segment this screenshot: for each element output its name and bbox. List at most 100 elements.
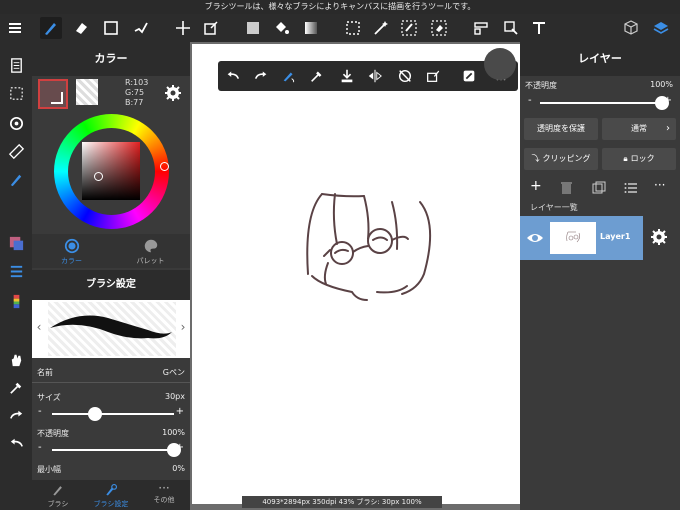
opacity-minus-button[interactable]: -	[38, 442, 42, 453]
tab-other[interactable]: ··· その他	[138, 480, 190, 510]
layer-list-label: レイヤー一覧	[530, 203, 578, 212]
saturation-value-square[interactable]	[82, 142, 140, 200]
gradient-icon[interactable]	[300, 17, 322, 39]
fit-button[interactable]	[458, 65, 480, 87]
color-swatch-row	[32, 76, 190, 114]
selection-icon[interactable]	[342, 17, 364, 39]
size-slider-knob[interactable]	[87, 407, 102, 421]
next-brush-arrow[interactable]: ›	[176, 320, 190, 334]
size-value: 30px	[165, 392, 185, 401]
tab-palette[interactable]: パレット	[111, 234, 190, 268]
blend-mode-value: 通常	[631, 124, 647, 133]
save-icon	[341, 69, 353, 83]
eraser-icon[interactable]	[70, 17, 92, 39]
opacity-slider[interactable]	[52, 443, 181, 457]
tab-brush[interactable]: ブラシ	[32, 480, 84, 510]
canvas-area[interactable]	[190, 42, 520, 510]
sv-handle[interactable]	[94, 172, 103, 181]
eyedropper-icon[interactable]	[5, 376, 27, 398]
tab-color[interactable]: カラー	[32, 234, 111, 268]
layer-list-icon[interactable]	[5, 260, 27, 282]
size-label: サイズ	[37, 393, 61, 402]
select-pen-icon[interactable]	[398, 17, 420, 39]
selection-list-icon[interactable]	[5, 82, 27, 104]
select-eraser-icon[interactable]	[428, 17, 450, 39]
eyedropper-button[interactable]	[306, 65, 328, 87]
opacity-plus-button[interactable]: +	[176, 442, 184, 453]
sub-color-swatch[interactable]	[76, 79, 98, 105]
rotate-icon[interactable]	[5, 112, 27, 134]
snap-pen-icon[interactable]	[5, 168, 27, 190]
blend-mode-select[interactable]: 通常 ›	[602, 118, 676, 140]
min-width-row: 最小幅 0%	[32, 464, 190, 478]
opacity-label: 不透明度	[37, 429, 69, 438]
clipping-icon: ⤵	[531, 154, 540, 163]
layer-settings-gear-icon[interactable]	[650, 228, 668, 250]
flip-button[interactable]	[364, 65, 386, 87]
page-icon[interactable]	[5, 54, 27, 76]
tab-brush-label: ブラシ	[47, 500, 69, 508]
size-slider[interactable]	[52, 407, 174, 421]
duplicate-layer-icon[interactable]	[592, 180, 606, 199]
tab-brush-settings[interactable]: ブラシ設定	[85, 480, 137, 510]
hand-icon[interactable]	[5, 348, 27, 370]
move-icon[interactable]	[172, 17, 194, 39]
transform-icon[interactable]	[200, 17, 222, 39]
size-minus-button[interactable]: -	[38, 406, 42, 417]
hue-handle[interactable]	[160, 162, 169, 171]
ruler-icon[interactable]	[5, 140, 27, 162]
layer-opacity-minus-button[interactable]: -	[528, 95, 532, 106]
brush-name-row[interactable]: 名前 Gペン	[32, 367, 190, 383]
eyedropper-icon	[311, 71, 322, 82]
redo-button[interactable]	[250, 65, 272, 87]
layer-opacity-plus-button[interactable]: +	[664, 95, 672, 106]
canvas-paper[interactable]	[192, 44, 520, 504]
rgb-readout: R:103 G:75 B:77	[125, 78, 148, 108]
lock-label: ロック	[630, 154, 655, 163]
layer-row[interactable]: Layer1	[520, 216, 643, 260]
undo-icon[interactable]	[5, 432, 27, 454]
rgb-b-value: B:77	[125, 98, 144, 107]
snap-off-button[interactable]	[394, 65, 416, 87]
operate-icon[interactable]	[500, 17, 522, 39]
pen-icon[interactable]	[40, 17, 62, 39]
protect-alpha-button[interactable]: 透明度を保護	[524, 118, 598, 140]
redo-icon[interactable]	[5, 404, 27, 426]
stabilizer-button[interactable]	[278, 65, 300, 87]
prev-brush-arrow[interactable]: ‹	[32, 320, 46, 334]
rectangle-icon[interactable]	[100, 17, 122, 39]
eye-icon[interactable]	[526, 229, 544, 251]
layer-visibility-indicator	[484, 48, 516, 80]
color-swatch-icon[interactable]	[5, 232, 27, 254]
size-plus-button[interactable]: +	[176, 406, 184, 417]
brush-name-label: 名前	[37, 368, 53, 377]
layer-opacity-slider[interactable]	[540, 96, 669, 110]
list-icon[interactable]	[624, 180, 638, 199]
magic-wand-icon[interactable]	[370, 17, 392, 39]
layers-icon[interactable]	[650, 17, 672, 39]
flip-icon	[368, 69, 382, 83]
add-layer-icon[interactable]: +	[530, 178, 542, 194]
panel-icon[interactable]	[470, 17, 492, 39]
save-button[interactable]	[336, 65, 358, 87]
gear-icon[interactable]	[164, 84, 182, 106]
clear-button[interactable]	[422, 65, 444, 87]
min-width-label: 最小幅	[37, 465, 61, 474]
main-color-swatch[interactable]	[38, 79, 68, 109]
clipping-button[interactable]: ⤵ クリッピング	[524, 148, 598, 170]
fit-icon	[463, 70, 475, 82]
menu-icon[interactable]	[4, 17, 26, 39]
brush-tab-icon	[53, 486, 62, 496]
trash-icon[interactable]	[560, 180, 573, 199]
sketch-drawing	[306, 193, 432, 301]
text-icon[interactable]	[528, 17, 550, 39]
snap-off-icon	[398, 69, 412, 83]
lock-button[interactable]: 🔒︎ ロック	[602, 148, 676, 170]
more-icon[interactable]: ···	[654, 178, 665, 192]
brush-icon[interactable]	[130, 17, 152, 39]
3d-icon[interactable]	[620, 17, 642, 39]
undo-button[interactable]	[222, 65, 244, 87]
bucket-icon[interactable]	[270, 17, 292, 39]
palette-bar-icon[interactable]	[5, 290, 27, 312]
fill-color-icon[interactable]	[242, 17, 264, 39]
